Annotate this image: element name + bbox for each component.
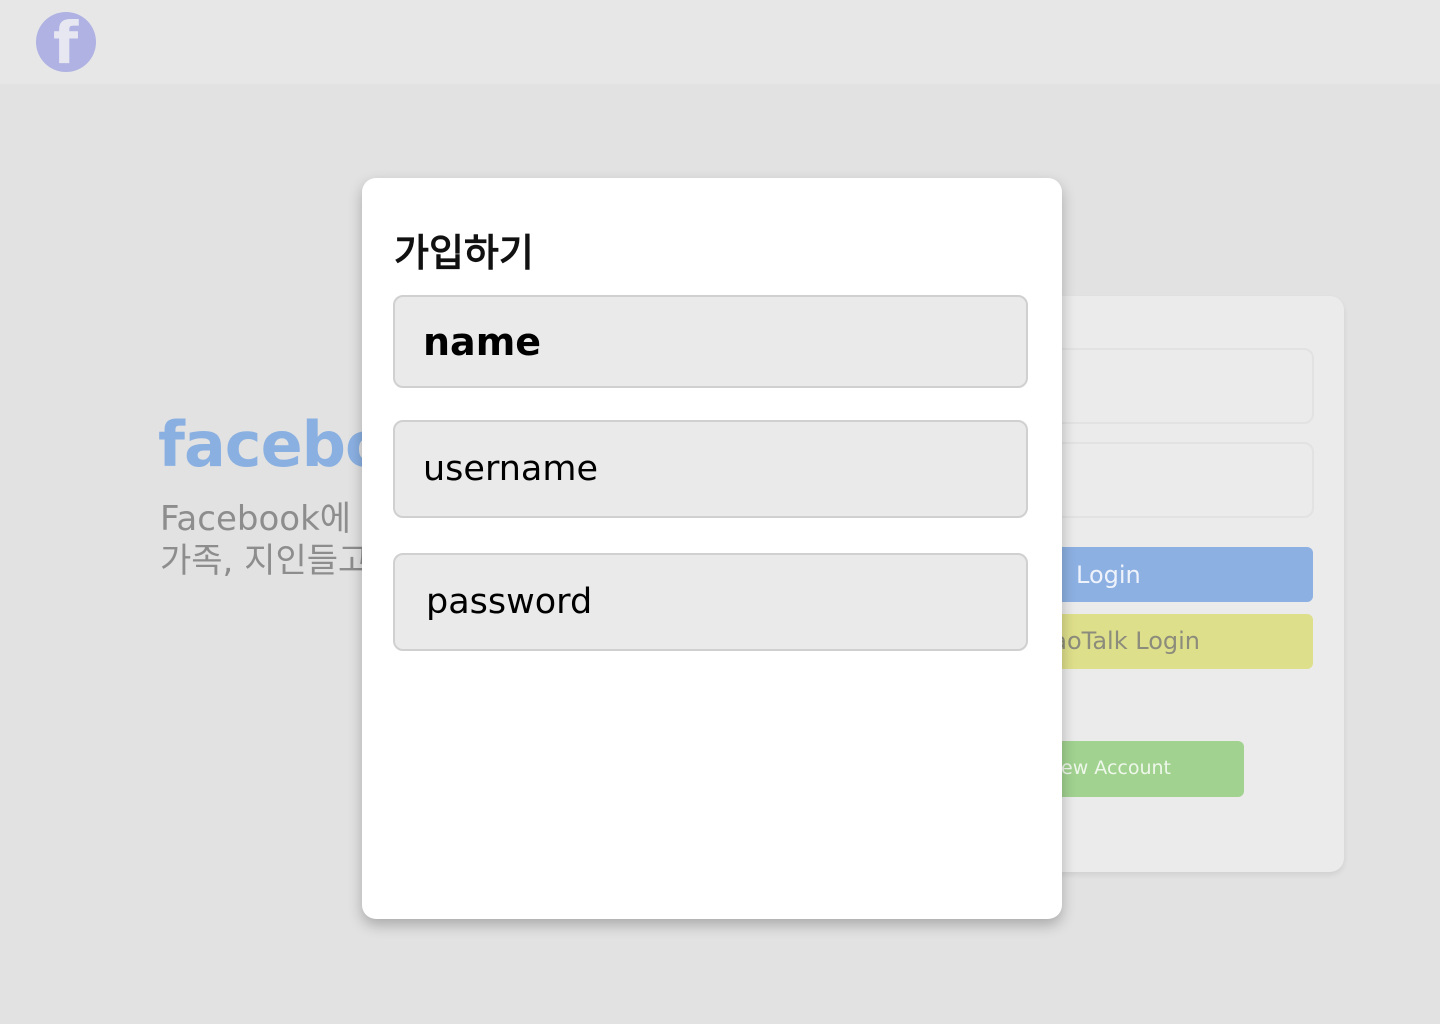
password-input[interactable]	[393, 553, 1028, 651]
brand-title: facebo	[158, 408, 388, 481]
login-button[interactable]: Login	[1040, 547, 1313, 602]
login-email-input[interactable]	[1040, 348, 1314, 424]
kakaotalk-login-label: aoTalk Login	[1052, 627, 1200, 655]
username-input[interactable]	[393, 420, 1028, 518]
facebook-logo-icon[interactable]: f	[36, 12, 96, 72]
modal-title: 가입하기	[394, 231, 534, 275]
kakaotalk-login-button[interactable]: aoTalk Login	[1040, 614, 1313, 669]
signup-modal: 가입하기	[362, 178, 1062, 919]
create-new-account-button[interactable]: ew Account	[1040, 741, 1244, 797]
name-input[interactable]	[393, 295, 1028, 388]
login-password-input[interactable]	[1040, 442, 1314, 518]
login-card: Login aoTalk Login ew Account	[1040, 296, 1344, 872]
login-button-label: Login	[1076, 560, 1141, 589]
create-new-account-label: ew Account	[1061, 757, 1171, 779]
top-bar: f	[0, 0, 1440, 84]
facebook-logo-glyph: f	[53, 12, 79, 72]
